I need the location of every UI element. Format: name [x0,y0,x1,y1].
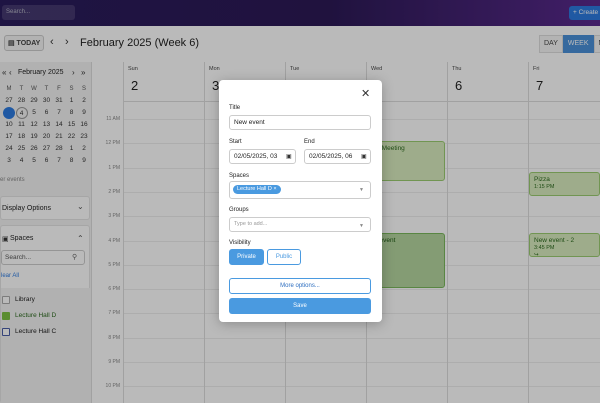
groups-label: Groups [229,207,249,213]
calendar-icon[interactable]: ▣ [286,153,292,160]
groups-input[interactable]: Type to add... [229,217,371,232]
title-input[interactable]: New event [229,115,371,130]
dropdown-arrow-icon: ▼ [359,223,364,229]
close-icon[interactable]: ✕ [361,87,370,100]
calendar-icon[interactable]: ▣ [361,153,367,160]
spaces-field-label: Spaces [229,173,250,179]
start-label: Start [229,139,242,145]
visibility-private-button[interactable]: Private [229,249,264,265]
space-chip[interactable]: Lecture Hall D × [233,185,281,194]
save-button[interactable]: Save [229,298,371,314]
dropdown-arrow-icon: ▼ [359,187,364,193]
visibility-public-button[interactable]: Public [267,249,301,265]
end-label: End [304,139,315,145]
new-event-dialog: ✕ Title New event Start 02/05/2025, 03 ▣… [219,80,382,322]
title-label: Title [229,105,241,111]
visibility-label: Visibility [229,240,251,246]
more-options-button[interactable]: More options... [229,278,371,294]
